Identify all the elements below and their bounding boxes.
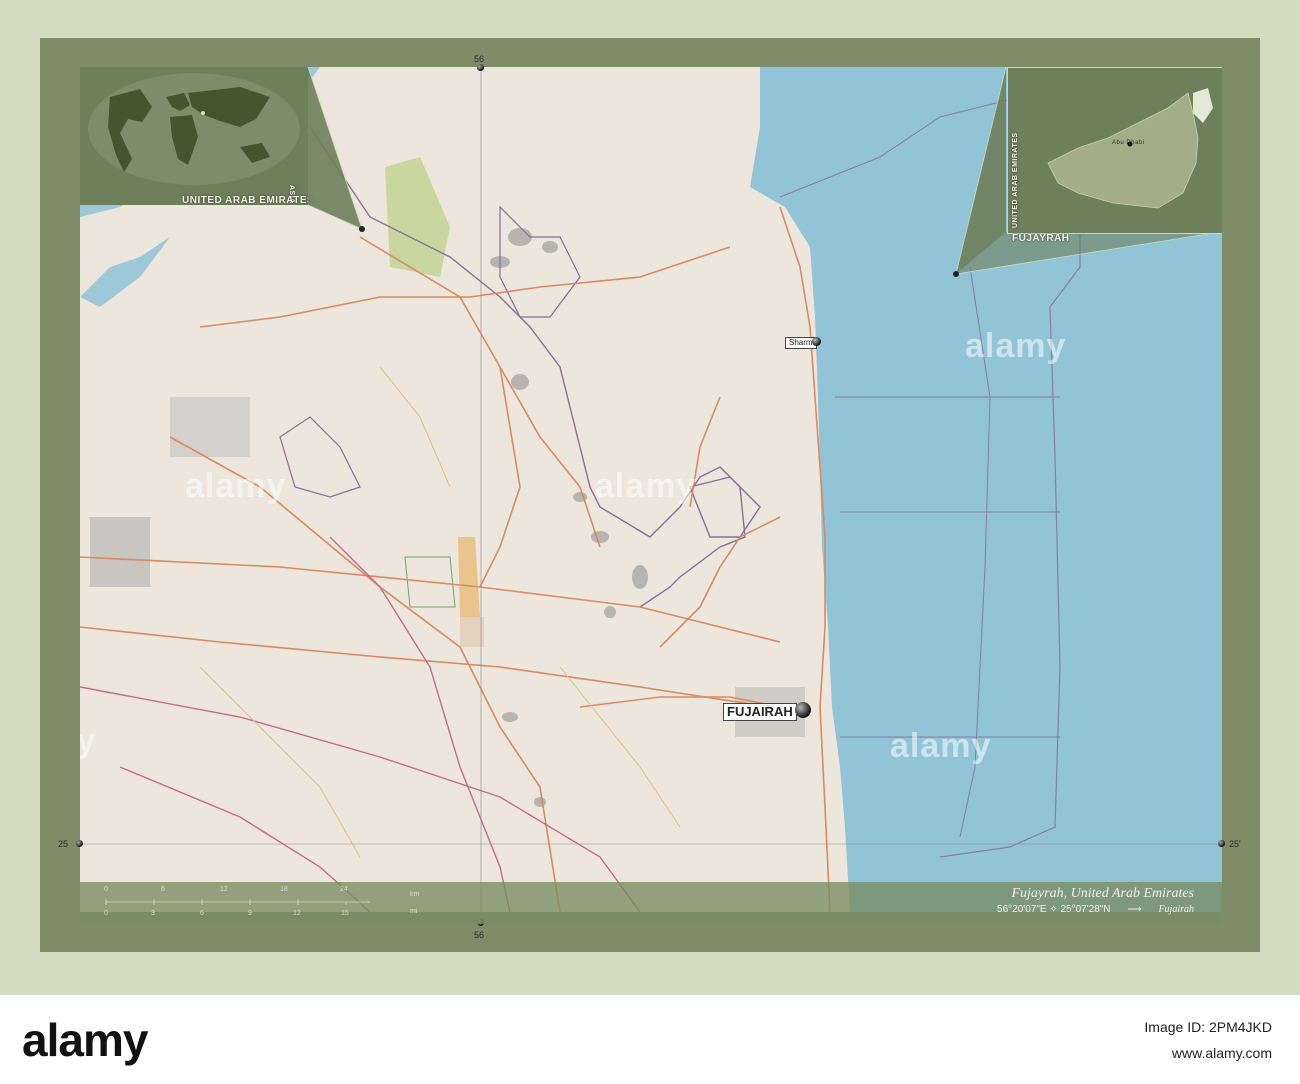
stock-logo[interactable]: alamy xyxy=(22,1013,148,1067)
scale-mi-9: 9 xyxy=(248,910,252,917)
scale-mi-6: 6 xyxy=(200,910,204,917)
map-footer: 0 6 12 18 24 km 0 3 6 9 12 15 mi Fujayra… xyxy=(80,882,1222,924)
scale-mi-unit: mi xyxy=(410,908,418,915)
latitude-label-right: 25' xyxy=(1229,839,1241,849)
inset-caption-region: Fujayrah xyxy=(1012,233,1070,244)
watermark: alamy xyxy=(80,722,97,760)
stock-image-id: Image ID: 2PM4JKD xyxy=(1144,1019,1272,1035)
map-canvas[interactable]: alamy alamy alamy alamy alamy Sharm Fuja… xyxy=(80,67,1222,912)
coordinate-readout: 56°20'07"E ✧ 25°07'28"N xyxy=(997,904,1111,915)
watermark: alamy xyxy=(595,467,697,505)
place-marker-fujairah[interactable] xyxy=(795,702,811,718)
inset-caption-country: United Arab Emirates xyxy=(1012,132,1019,228)
stock-footer: alamy Image ID: 2PM4JKD www.alamy.com xyxy=(0,995,1300,1084)
scale-mi-12: 12 xyxy=(293,910,301,917)
place-label-fujairah: Fujairah xyxy=(723,703,797,721)
watermark: alamy xyxy=(890,727,992,765)
graticule-marker-right xyxy=(1218,840,1225,847)
region-capital-label: Abu Dhabi xyxy=(1112,140,1145,146)
scale-km-12: 12 xyxy=(220,886,228,893)
map-title: Fujayrah, United Arab Emirates xyxy=(1011,886,1194,901)
scale-km-18: 18 xyxy=(280,886,288,893)
scale-mi-0: 0 xyxy=(104,910,108,917)
scale-km-unit: km xyxy=(410,891,420,898)
latitude-label-left: 25 xyxy=(58,839,69,849)
longitude-label-bottom: 56 xyxy=(474,930,485,940)
map-coordinates: 56°20'07"E ✧ 25°07'28"N ⟶ Fujairah xyxy=(993,904,1194,915)
scale-km-6: 6 xyxy=(161,886,165,893)
watermark: alamy xyxy=(965,327,1067,365)
scale-mi-15: 15 xyxy=(341,910,349,917)
arrow-icon: ⟶ xyxy=(1127,904,1142,915)
graticule-marker-left xyxy=(76,840,83,847)
place-marker-sharm[interactable] xyxy=(812,337,821,346)
region-inset-map xyxy=(1008,68,1222,233)
longitude-label-top: 56 xyxy=(474,54,485,64)
stock-url[interactable]: www.alamy.com xyxy=(1172,1045,1272,1061)
scale-km-0: 0 xyxy=(104,886,108,893)
coordinate-target: Fujairah xyxy=(1158,904,1194,915)
region-inset: Abu Dhabi United Arab Emirates Fujayrah xyxy=(1007,67,1222,244)
scale-mi-3: 3 xyxy=(151,910,155,917)
scale-bar xyxy=(105,899,370,905)
scale-km-24: 24 xyxy=(340,886,348,893)
graticule-marker-top xyxy=(477,64,484,71)
world-inset-pointer xyxy=(307,67,365,232)
watermark: alamy xyxy=(185,467,287,505)
